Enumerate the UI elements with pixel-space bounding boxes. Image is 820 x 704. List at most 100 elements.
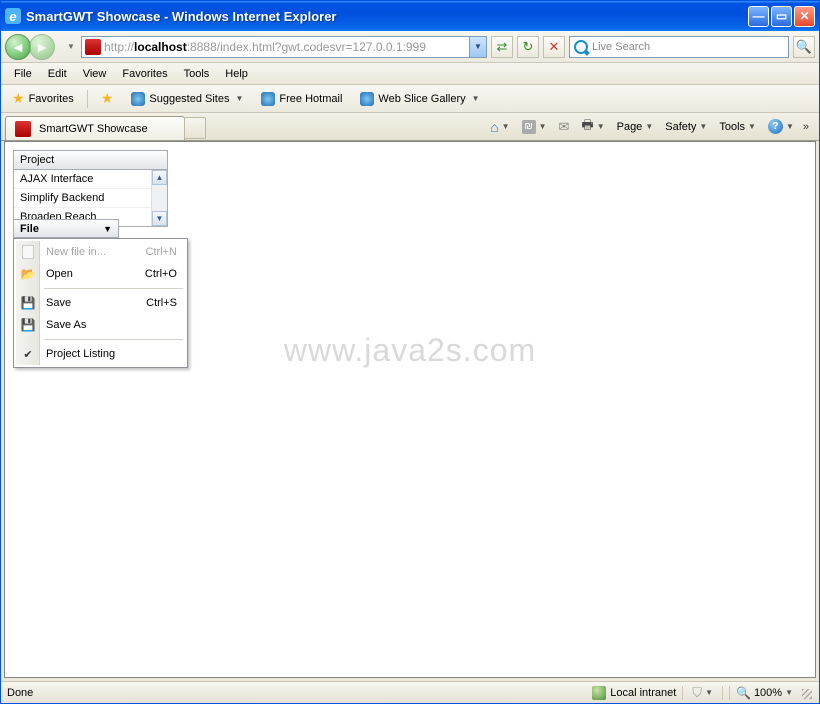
site-icon (85, 39, 101, 55)
chevron-down-icon: ▼ (103, 224, 112, 234)
new-tab-button[interactable] (184, 117, 206, 139)
site-icon (15, 121, 31, 137)
chevron-down-icon: ▼ (645, 122, 653, 131)
maximize-button[interactable]: ▭ (771, 6, 792, 27)
scroll-up-button[interactable]: ▲ (152, 170, 167, 185)
save-icon: 💾 (20, 295, 36, 311)
url-text[interactable]: http://localhost:8888/index.html?gwt.cod… (104, 40, 469, 54)
titlebar[interactable]: e SmartGWT Showcase - Windows Internet E… (1, 1, 819, 31)
stop-button[interactable]: ✕ (543, 36, 565, 58)
menu-separator (44, 288, 183, 289)
status-text: Done (7, 687, 586, 699)
overflow-button[interactable]: » (803, 121, 809, 133)
favorites-button[interactable]: ★ Favorites (7, 88, 79, 109)
address-dropdown[interactable]: ▼ (469, 37, 486, 57)
menu-help[interactable]: Help (218, 66, 255, 82)
menu-edit[interactable]: Edit (41, 66, 74, 82)
menu-view[interactable]: View (76, 66, 114, 82)
help-button[interactable]: ?▼ (765, 117, 797, 136)
help-icon: ? (768, 119, 783, 134)
menu-file[interactable]: File (7, 66, 39, 82)
back-button[interactable]: ◄ (5, 34, 31, 60)
menu-tools[interactable]: Tools (177, 66, 217, 82)
star-icon: ★ (12, 90, 25, 107)
menu-item-new-file[interactable]: New file in... Ctrl+N (16, 241, 185, 263)
ie-icon (360, 92, 374, 106)
separator (87, 90, 88, 108)
suggested-sites-link[interactable]: Suggested Sites ▼ (126, 90, 248, 108)
minimize-button[interactable]: — (748, 6, 769, 27)
tab-title: SmartGWT Showcase (39, 123, 148, 135)
free-hotmail-link[interactable]: Free Hotmail (256, 90, 347, 108)
chevron-down-icon: ▼ (705, 688, 713, 697)
file-dropdown-menu: New file in... Ctrl+N 📂 Open Ctrl+O 💾 Sa… (13, 238, 188, 368)
chevron-down-icon: ▼ (472, 94, 480, 103)
security-zone[interactable]: Local intranet (592, 686, 676, 700)
tab-bar: SmartGWT Showcase ⌂▼ ₪▼ ✉ 🖶▼ Page▼ Safet… (1, 113, 819, 141)
window-title: SmartGWT Showcase - Windows Internet Exp… (26, 9, 748, 24)
page-menu[interactable]: Page▼ (614, 119, 657, 135)
separator (682, 686, 683, 700)
list-item[interactable]: Simplify Backend (14, 189, 151, 208)
ie-icon (131, 92, 145, 106)
zoom-control[interactable]: 🔍 100% ▼ (729, 686, 793, 700)
project-list-grid[interactable]: Project AJAX Interface Simplify Backend … (13, 150, 168, 227)
bing-icon (574, 40, 588, 54)
scrollbar[interactable]: ▲ ▼ (151, 170, 167, 226)
ie-icon (261, 92, 275, 106)
read-mail-button[interactable]: ✉ (556, 117, 573, 137)
compatibility-button[interactable]: ⇄ (491, 36, 513, 58)
protected-mode-button[interactable]: ⛉▼ (689, 683, 716, 703)
folder-open-icon: 📂 (20, 266, 36, 282)
scroll-down-button[interactable]: ▼ (152, 211, 167, 226)
menu-separator (44, 339, 183, 340)
menu-item-project-listing[interactable]: ✔ Project Listing (16, 343, 185, 365)
resize-grip[interactable] (799, 686, 813, 700)
check-icon: ✔ (20, 346, 36, 362)
safety-menu[interactable]: Safety▼ (662, 119, 710, 135)
ie-icon: e (5, 8, 21, 24)
refresh-button[interactable]: ↻ (517, 36, 539, 58)
rss-icon: ₪ (522, 120, 536, 134)
history-dropdown[interactable]: ▼ (67, 42, 77, 51)
menu-item-save-as[interactable]: 💾 Save As (16, 314, 185, 336)
tools-menu[interactable]: Tools▼ (716, 119, 759, 135)
feeds-button[interactable]: ₪▼ (519, 118, 550, 136)
chevron-down-icon: ▼ (748, 122, 756, 131)
new-file-icon (20, 244, 36, 260)
mail-icon: ✉ (559, 119, 570, 135)
menu-favorites[interactable]: Favorites (115, 66, 174, 82)
scroll-track[interactable] (152, 185, 167, 211)
menubar: File Edit View Favorites Tools Help (1, 63, 819, 85)
star-icon: ★ (101, 90, 114, 107)
menu-item-save[interactable]: 💾 Save Ctrl+S (16, 292, 185, 314)
home-button[interactable]: ⌂▼ (487, 117, 512, 137)
file-menu-button[interactable]: File ▼ (13, 219, 119, 238)
tab-smartgwt-showcase[interactable]: SmartGWT Showcase (5, 116, 185, 140)
chevron-down-icon: ▼ (699, 122, 707, 131)
navigation-toolbar: ◄ ► ▼ http://localhost:8888/index.html?g… (1, 31, 819, 63)
chevron-down-icon: ▼ (785, 688, 793, 697)
search-button[interactable]: 🔍 (793, 36, 815, 58)
watermark-text: www.java2s.com (284, 332, 536, 369)
menu-item-open[interactable]: 📂 Open Ctrl+O (16, 263, 185, 285)
status-bar: Done Local intranet ⛉▼ 🔍 100% ▼ (1, 681, 819, 703)
web-slice-link[interactable]: Web Slice Gallery ▼ (355, 90, 484, 108)
close-button[interactable]: ✕ (794, 6, 815, 27)
column-header-project[interactable]: Project (14, 151, 167, 170)
add-favorite-button[interactable]: ★ (96, 88, 119, 109)
search-input[interactable]: Live Search (569, 36, 789, 58)
chevron-down-icon: ▼ (502, 122, 510, 131)
forward-button[interactable]: ► (29, 34, 55, 60)
chevron-down-icon: ▼ (539, 122, 547, 131)
browser-window: e SmartGWT Showcase - Windows Internet E… (0, 0, 820, 704)
list-item[interactable]: AJAX Interface (14, 170, 151, 189)
printer-icon: 🖶 (581, 116, 593, 138)
print-button[interactable]: 🖶▼ (578, 114, 607, 140)
chevron-down-icon: ▼ (236, 94, 244, 103)
address-bar[interactable]: http://localhost:8888/index.html?gwt.cod… (81, 36, 487, 58)
search-placeholder: Live Search (592, 41, 650, 53)
zone-icon (592, 686, 606, 700)
home-icon: ⌂ (490, 119, 498, 135)
page-content: Project AJAX Interface Simplify Backend … (4, 141, 816, 678)
